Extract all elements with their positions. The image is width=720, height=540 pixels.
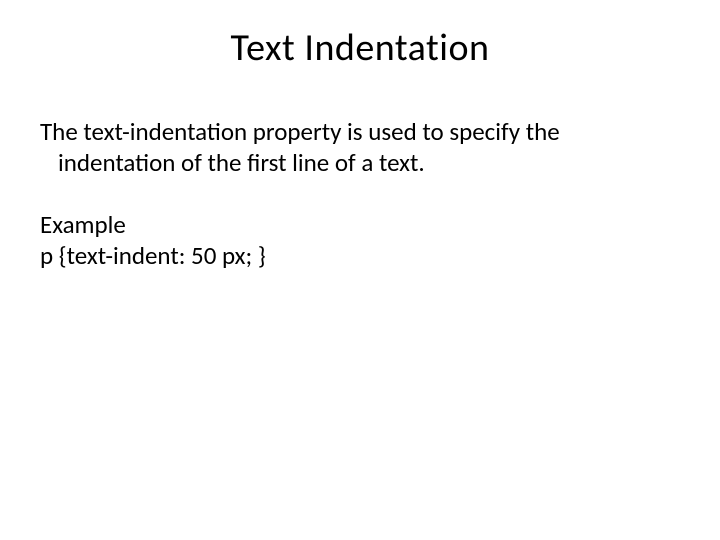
- body-paragraph: The text-indentation property is used to…: [40, 116, 680, 179]
- example-code: p {text-indent: 50 px; }: [40, 240, 680, 271]
- slide-title: Text Indentation: [40, 25, 680, 71]
- slide-container: Text Indentation The text-indentation pr…: [0, 0, 720, 311]
- example-label: Example: [40, 209, 680, 240]
